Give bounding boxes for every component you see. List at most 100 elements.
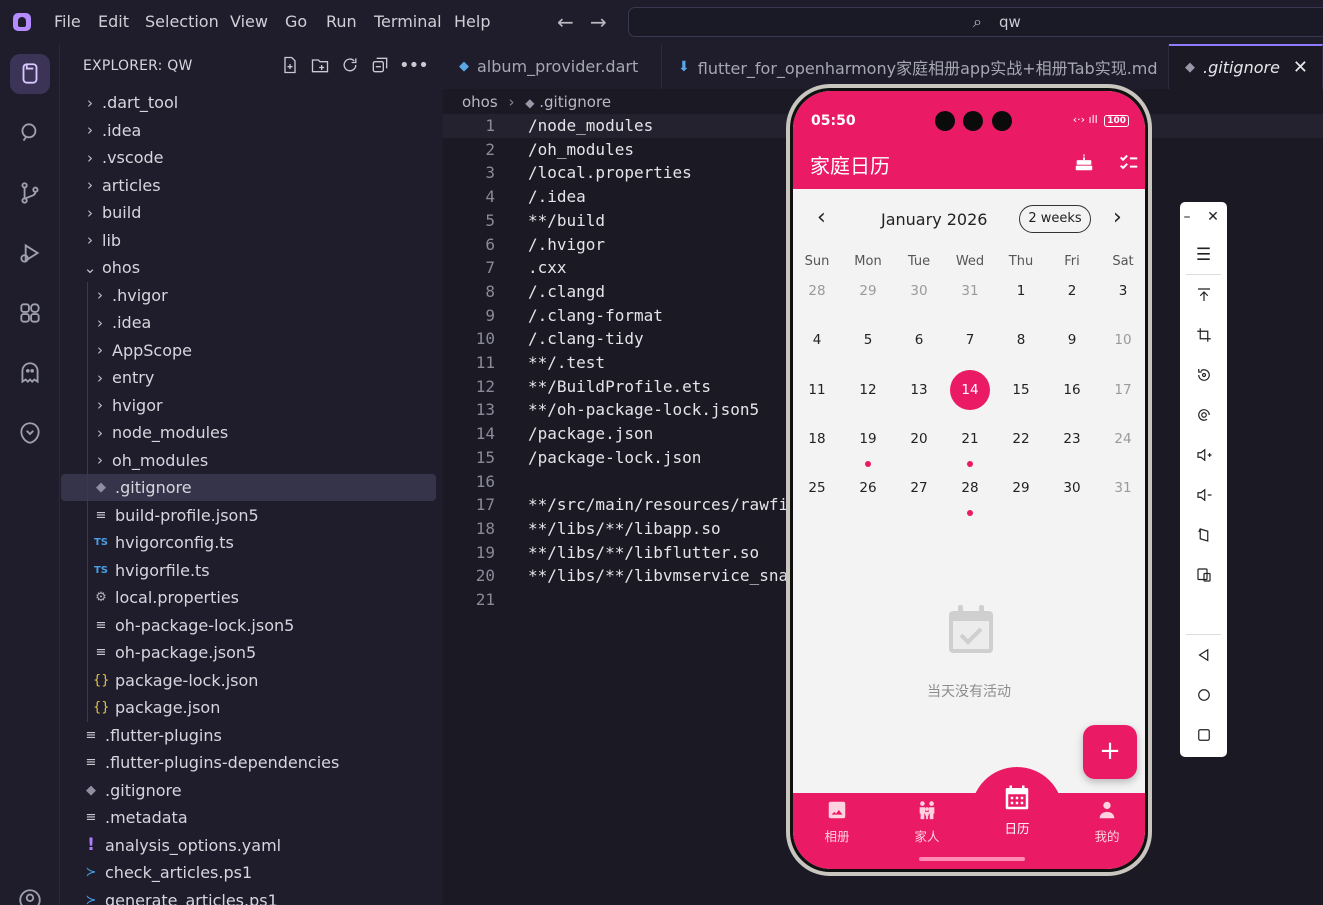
calendar-day[interactable]: 31 bbox=[1103, 468, 1143, 508]
tree-item[interactable]: ◆ .gitignore bbox=[61, 474, 436, 501]
menu-icon[interactable]: ☰ bbox=[1180, 240, 1227, 270]
close-tab-icon[interactable]: ✕ bbox=[1293, 57, 1308, 78]
calendar-day[interactable]: 16 bbox=[1052, 370, 1092, 410]
calendar-day[interactable]: 22 bbox=[1001, 419, 1041, 459]
search-icon[interactable] bbox=[12, 115, 48, 151]
tree-item[interactable]: {} package-lock.json bbox=[61, 667, 436, 694]
calendar-day[interactable]: 10 bbox=[1103, 320, 1143, 360]
menu-view[interactable]: View bbox=[230, 12, 268, 31]
source-control-icon[interactable] bbox=[12, 175, 48, 211]
tab-markdown-article[interactable]: ⬇ flutter_for_openharmony家庭相册app实战+相册Tab… bbox=[662, 44, 1169, 89]
tree-item[interactable]: ⌄ ohos bbox=[61, 254, 436, 281]
calendar-day[interactable]: 27 bbox=[899, 468, 939, 508]
menu-terminal[interactable]: Terminal bbox=[374, 12, 442, 31]
breadcrumb-file[interactable]: .gitignore bbox=[539, 93, 611, 111]
pin-top-icon[interactable] bbox=[1180, 280, 1227, 310]
refresh-icon[interactable] bbox=[339, 55, 361, 77]
chevron-left-icon[interactable]: ‹ bbox=[817, 205, 826, 230]
calendar-day[interactable]: 29 bbox=[1001, 468, 1041, 508]
calendar-day[interactable]: 25 bbox=[797, 468, 837, 508]
nav-album[interactable]: 相册 bbox=[793, 793, 881, 859]
multi-device-icon[interactable] bbox=[1180, 560, 1227, 590]
tree-item[interactable]: ≻ generate_articles.ps1 bbox=[61, 887, 436, 905]
format-toggle-button[interactable]: 2 weeks bbox=[1019, 205, 1091, 233]
tree-item[interactable]: TS hvigorfile.ts bbox=[61, 557, 436, 584]
calendar-day[interactable]: 13 bbox=[899, 370, 939, 410]
rotate-icon[interactable] bbox=[1180, 360, 1227, 390]
calendar-day[interactable]: 20 bbox=[899, 419, 939, 459]
calendar-day[interactable]: 28 bbox=[797, 271, 837, 311]
fold-icon[interactable] bbox=[1180, 520, 1227, 550]
tree-item[interactable]: › AppScope bbox=[61, 337, 436, 364]
calendar-day[interactable]: 19 bbox=[848, 419, 888, 459]
chevron-right-icon[interactable]: › bbox=[1113, 205, 1122, 230]
menu-selection[interactable]: Selection bbox=[145, 12, 219, 31]
calendar-day[interactable]: 26 bbox=[848, 468, 888, 508]
calendar-day[interactable]: 2 bbox=[1052, 271, 1092, 311]
nav-profile[interactable]: 我的 bbox=[1063, 793, 1145, 859]
tree-item[interactable]: › .hvigor bbox=[61, 282, 436, 309]
calendar-day[interactable]: 23 bbox=[1052, 419, 1092, 459]
calendar-day[interactable]: 7 bbox=[950, 320, 990, 360]
calendar-day[interactable]: 17 bbox=[1103, 370, 1143, 410]
tree-item[interactable]: › .dart_tool bbox=[61, 89, 436, 116]
nav-family[interactable]: 家人 bbox=[883, 793, 971, 859]
back-nav-icon[interactable] bbox=[1180, 640, 1227, 670]
tab-album-provider[interactable]: ◆ album_provider.dart bbox=[443, 44, 662, 89]
run-debug-icon[interactable] bbox=[12, 235, 48, 271]
crop-icon[interactable] bbox=[1180, 320, 1227, 350]
ghost-extension-icon[interactable] bbox=[12, 355, 48, 391]
tree-item[interactable]: ! analysis_options.yaml bbox=[61, 832, 436, 859]
tree-item[interactable]: › build bbox=[61, 199, 436, 226]
tree-item[interactable]: ≡ oh-package-lock.json5 bbox=[61, 612, 436, 639]
calendar-day[interactable]: 1 bbox=[1001, 271, 1041, 311]
tree-item[interactable]: › lib bbox=[61, 227, 436, 254]
rotate-other-icon[interactable] bbox=[1180, 400, 1227, 430]
calendar-day[interactable]: 18 bbox=[797, 419, 837, 459]
calendar-day[interactable]: 30 bbox=[1052, 468, 1092, 508]
calendar-day[interactable]: 30 bbox=[899, 271, 939, 311]
calendar-day[interactable]: 4 bbox=[797, 320, 837, 360]
calendar-day[interactable]: 9 bbox=[1052, 320, 1092, 360]
checklist-icon[interactable] bbox=[1118, 151, 1140, 173]
menu-go[interactable]: Go bbox=[285, 12, 307, 31]
calendar-day[interactable]: 12 bbox=[848, 370, 888, 410]
new-file-icon[interactable] bbox=[279, 55, 301, 77]
menu-run[interactable]: Run bbox=[326, 12, 357, 31]
calendar-day[interactable]: 6 bbox=[899, 320, 939, 360]
calendar-day[interactable]: 11 bbox=[797, 370, 837, 410]
tree-item[interactable]: › hvigor bbox=[61, 392, 436, 419]
calendar-day[interactable]: 31 bbox=[950, 271, 990, 311]
calendar-day[interactable]: 21 bbox=[950, 419, 990, 459]
tab-gitignore[interactable]: ◆ .gitignore ✕ bbox=[1169, 44, 1323, 89]
menu-edit[interactable]: Edit bbox=[98, 12, 129, 31]
recents-nav-icon[interactable] bbox=[1180, 720, 1227, 750]
account-icon[interactable] bbox=[12, 882, 48, 905]
calendar-day[interactable]: 28 bbox=[950, 468, 990, 508]
tree-item[interactable]: ≡ .flutter-plugins bbox=[61, 722, 436, 749]
tree-item[interactable]: {} package.json bbox=[61, 694, 436, 721]
tree-item[interactable]: ≡ build-profile.json5 bbox=[61, 502, 436, 529]
command-search-input[interactable]: ⌕ qw bbox=[628, 7, 1323, 37]
tree-item[interactable]: › .idea bbox=[61, 309, 436, 336]
cake-icon[interactable] bbox=[1073, 151, 1095, 173]
tree-item[interactable]: › node_modules bbox=[61, 419, 436, 446]
tree-item[interactable]: ≡ .metadata bbox=[61, 804, 436, 831]
tree-item[interactable]: ⚙ local.properties bbox=[61, 584, 436, 611]
calendar-day[interactable]: 15 bbox=[1001, 370, 1041, 410]
tree-item[interactable]: TS hvigorconfig.ts bbox=[61, 529, 436, 556]
nav-calendar[interactable]: 日历 bbox=[973, 785, 1061, 859]
forward-arrow-icon[interactable]: → bbox=[590, 10, 607, 34]
extensions-icon[interactable] bbox=[12, 295, 48, 331]
tree-item[interactable]: ◆ .gitignore bbox=[61, 777, 436, 804]
home-nav-icon[interactable] bbox=[1180, 680, 1227, 710]
close-icon[interactable]: ✕ bbox=[1198, 202, 1228, 232]
volume-down-icon[interactable] bbox=[1180, 480, 1227, 510]
tree-item[interactable]: › .idea bbox=[61, 117, 436, 144]
explorer-icon[interactable] bbox=[10, 54, 50, 94]
menu-help[interactable]: Help bbox=[454, 12, 490, 31]
tree-item[interactable]: › .vscode bbox=[61, 144, 436, 171]
tree-item[interactable]: ≡ oh-package.json5 bbox=[61, 639, 436, 666]
tree-item[interactable]: ≡ .flutter-plugins-dependencies bbox=[61, 749, 436, 776]
tree-item[interactable]: ≻ check_articles.ps1 bbox=[61, 859, 436, 886]
